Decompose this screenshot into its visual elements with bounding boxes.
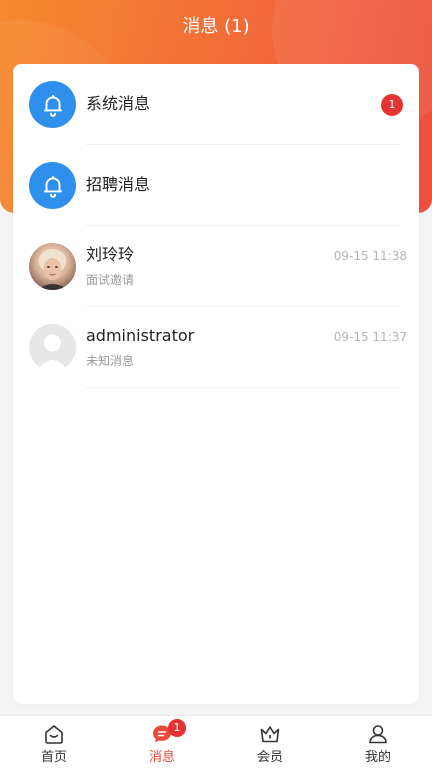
tab-membership[interactable]: 会员 [216,716,324,769]
tab-label: 我的 [364,750,391,765]
bell-icon [29,162,76,209]
tab-home[interactable]: 首页 [0,716,108,769]
message-item-recruitment[interactable]: 招聘消息 [13,145,419,226]
tab-messages[interactable]: 1 消息 [108,716,216,769]
message-time: 09-15 11:37 [333,330,407,344]
message-item-chat[interactable]: administrator 未知消息 09-15 11:37 [13,307,419,388]
user-avatar [29,243,76,290]
default-avatar-icon [29,324,76,371]
bottom-tab-bar: 首页 1 消息 会员 我的 [0,715,432,769]
message-list-card: 系统消息 1 招聘消息 刘玲玲 面试邀请 09-15 11:38 adminis… [13,64,419,704]
tab-label: 会员 [256,750,283,765]
message-preview: 未知消息 [86,354,135,368]
message-title: administrator [86,326,195,345]
message-time: 09-15 11:38 [333,249,407,263]
tab-badge: 1 [168,719,186,737]
home-icon [45,725,63,744]
crown-icon [260,726,280,743]
user-icon [369,725,387,744]
tab-label: 首页 [40,750,67,765]
message-item-chat[interactable]: 刘玲玲 面试邀请 09-15 11:38 [13,226,419,307]
message-item-system[interactable]: 系统消息 1 [13,64,419,145]
message-preview: 面试邀请 [86,273,135,287]
message-title: 系统消息 [86,94,151,113]
bell-icon [29,81,76,128]
unread-badge: 1 [381,94,403,116]
row-divider [86,387,401,388]
tab-label: 消息 [148,750,175,765]
tab-profile[interactable]: 我的 [324,716,432,769]
message-title: 招聘消息 [86,175,151,194]
page-title: 消息 (1) [182,16,250,37]
message-title: 刘玲玲 [86,245,135,264]
